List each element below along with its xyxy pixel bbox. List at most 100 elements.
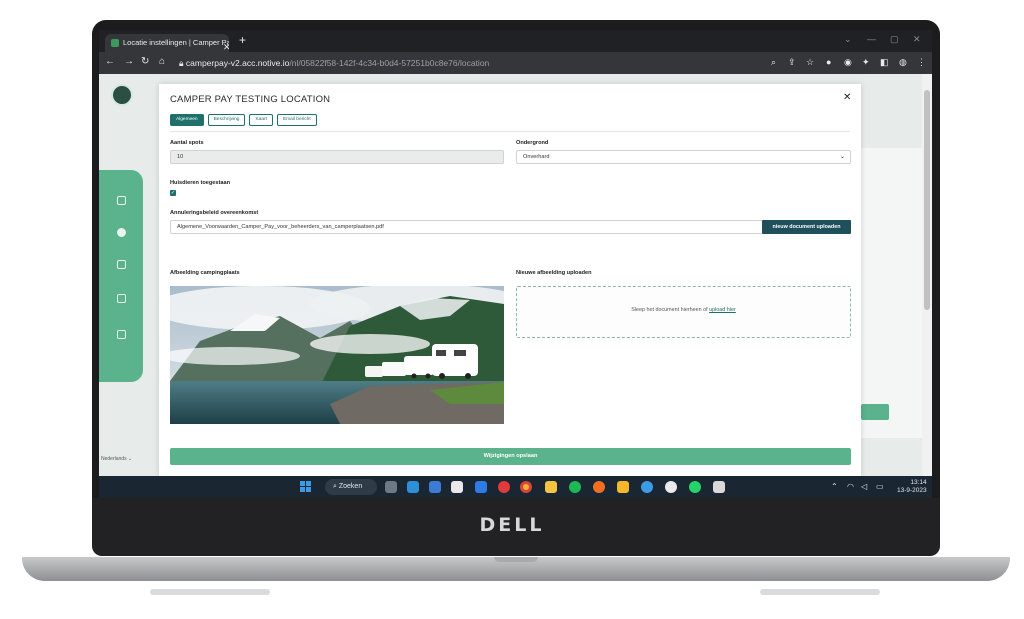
campsite-photo: [170, 286, 504, 424]
policy-label: Annuleringsbeleid overeenkomst: [170, 210, 259, 216]
tab-kaart[interactable]: Kaart: [249, 114, 273, 126]
clock-time: 13:14: [910, 479, 927, 486]
taskbar-app-icon[interactable]: [498, 481, 510, 493]
minimize-icon[interactable]: —: [867, 34, 876, 44]
soundcloud-icon[interactable]: [593, 481, 605, 493]
finance-icon: [116, 294, 126, 303]
edge-icon[interactable]: [641, 481, 653, 493]
tray-chevron-icon[interactable]: ⌃: [831, 482, 838, 491]
image-dropzone[interactable]: Sleep het document hierheen of upload hi…: [516, 286, 851, 338]
todo-app-icon[interactable]: [475, 481, 487, 493]
home-icon[interactable]: ⌂: [159, 56, 165, 67]
taskbar-app-icon[interactable]: [451, 481, 463, 493]
image-label: Afbeelding campingplaats: [170, 270, 240, 276]
app-sidebar: [99, 170, 143, 382]
clock-date: 13-9-2023: [897, 487, 927, 494]
sidebar-item[interactable]: [105, 228, 137, 240]
spotify-icon[interactable]: [569, 481, 581, 493]
modal-tabs: Algemeen Beschrijving Kaart Email bericht: [170, 114, 321, 126]
whatsapp-icon[interactable]: [689, 481, 701, 493]
tab-close-icon[interactable]: ✕: [223, 38, 229, 52]
screen: Locatie instellingen | Camper Pay ✕ + ⌄ …: [99, 30, 932, 498]
reports-icon: [116, 260, 126, 269]
taskbar-app-icon[interactable]: [713, 481, 725, 493]
share-icon[interactable]: ⇪: [788, 57, 796, 68]
dashboard-icon: [116, 196, 126, 205]
settings-icon: [116, 330, 126, 339]
laptop-foot: [150, 589, 270, 595]
tab-algemeen[interactable]: Algemeen: [170, 114, 204, 126]
taskbar-app-icon[interactable]: [617, 481, 629, 493]
forward-icon[interactable]: →: [124, 56, 134, 67]
lock-icon: 🔒︎: [179, 58, 186, 68]
close-icon[interactable]: ✕: [843, 92, 851, 103]
sidebar-item[interactable]: [105, 260, 137, 272]
windows-start-icon[interactable]: [300, 481, 312, 493]
url-path: /nl/05822f58-142f-4c34-b0d4-57251b0c8e76…: [289, 58, 490, 68]
extensions-puzzle-icon[interactable]: ✦: [862, 57, 870, 68]
task-view-icon[interactable]: [385, 481, 397, 493]
background-button: [861, 404, 889, 420]
app-logo: [111, 84, 133, 106]
brand-logo: DELL: [479, 514, 545, 536]
tab-search-chevron-icon[interactable]: ⌄: [844, 34, 852, 45]
url-domain: camperpay-v2.acc.notive.io: [185, 58, 290, 68]
upload-here-link[interactable]: upload hier: [709, 307, 736, 313]
spots-input[interactable]: 10: [170, 150, 504, 164]
laptop-foot: [760, 589, 880, 595]
menu-kebab-icon[interactable]: ⋮: [917, 57, 926, 68]
sidebar-item[interactable]: [105, 294, 137, 306]
windows-taskbar: ⌕ Zoeken ⌃ ◠ ◁ ▭ 13:14 13-9-2023: [99, 476, 932, 498]
location-icon: [116, 228, 126, 237]
new-tab-icon[interactable]: +: [239, 33, 246, 47]
location-settings-modal: CAMPER PAY TESTING LOCATION ✕ Algemeen Be…: [159, 84, 861, 476]
browser-tabstrip: Locatie instellingen | Camper Pay ✕ + ⌄ …: [99, 30, 932, 52]
tab-beschrijving[interactable]: Beschrijving: [207, 114, 246, 126]
site-favicon-icon: [111, 39, 119, 47]
file-explorer-icon[interactable]: [545, 481, 557, 493]
taskbar-app-icon[interactable]: [407, 481, 419, 493]
profile-avatar-icon[interactable]: ◍: [899, 57, 907, 68]
campsite-photo-graphic: [170, 286, 504, 424]
side-panel-icon[interactable]: ◧: [880, 57, 889, 68]
pets-label: Huisdieren toegestaan: [170, 180, 230, 186]
zoom-icon[interactable]: ⌕: [771, 57, 776, 68]
sidebar-item[interactable]: [105, 330, 137, 342]
taskbar-search[interactable]: ⌕ Zoeken: [325, 479, 377, 495]
reload-icon[interactable]: ↻: [141, 56, 149, 67]
taskbar-clock[interactable]: 13:14 13-9-2023: [897, 479, 927, 495]
scrollbar-thumb[interactable]: [924, 90, 930, 310]
address-bar[interactable]: 🔒︎ camperpay-v2.acc.notive.io/nl/05822f5…: [179, 55, 779, 71]
battery-icon[interactable]: ▭: [876, 482, 884, 491]
dropzone-text: Sleep het document hierheen of: [631, 307, 708, 313]
back-icon[interactable]: ←: [105, 56, 115, 67]
browser-toolbar: ← → ↻ ⌂ 🔒︎ camperpay-v2.acc.notive.io/nl…: [99, 52, 932, 74]
taskbar-app-icon[interactable]: [665, 481, 677, 493]
language-label: Nederlands: [101, 456, 127, 462]
chevron-down-icon: ⌄: [839, 154, 845, 160]
policy-file-field[interactable]: Algemene_Voorwaarden_Camper_Pay_voor_beh…: [170, 220, 763, 234]
chrome-icon[interactable]: [520, 481, 532, 493]
bookmark-star-icon[interactable]: ☆: [806, 57, 814, 68]
pets-checkbox[interactable]: ✓: [170, 190, 176, 196]
tab-email-bericht[interactable]: Email bericht: [276, 114, 317, 126]
calendar-app-icon[interactable]: [429, 481, 441, 493]
ground-select[interactable]: Onverhard ⌄: [516, 150, 851, 164]
extension-icon[interactable]: ◉: [844, 57, 852, 68]
extension-icon[interactable]: ●: [826, 57, 831, 67]
volume-icon[interactable]: ◁: [861, 482, 867, 491]
new-image-label: Nieuwe afbeelding uploaden: [516, 270, 592, 276]
ground-label: Ondergrond: [516, 140, 549, 146]
browser-tab[interactable]: Locatie instellingen | Camper Pay ✕: [105, 34, 229, 52]
maximize-icon[interactable]: ▢: [890, 34, 899, 45]
wifi-icon[interactable]: ◠: [847, 482, 854, 491]
spots-label: Aantal spots: [170, 140, 204, 146]
save-changes-button[interactable]: Wijzigingen opslaan: [170, 448, 851, 465]
browser-tab-title: Locatie instellingen | Camper Pay: [123, 38, 229, 47]
upload-document-button[interactable]: nieuw document uploaden: [762, 220, 851, 234]
close-window-icon[interactable]: ✕: [913, 34, 921, 45]
sidebar-item[interactable]: [105, 196, 137, 208]
modal-title: CAMPER PAY TESTING LOCATION: [170, 94, 331, 105]
language-selector[interactable]: Nederlands ⌄: [101, 456, 132, 462]
laptop-notch: [494, 557, 538, 562]
